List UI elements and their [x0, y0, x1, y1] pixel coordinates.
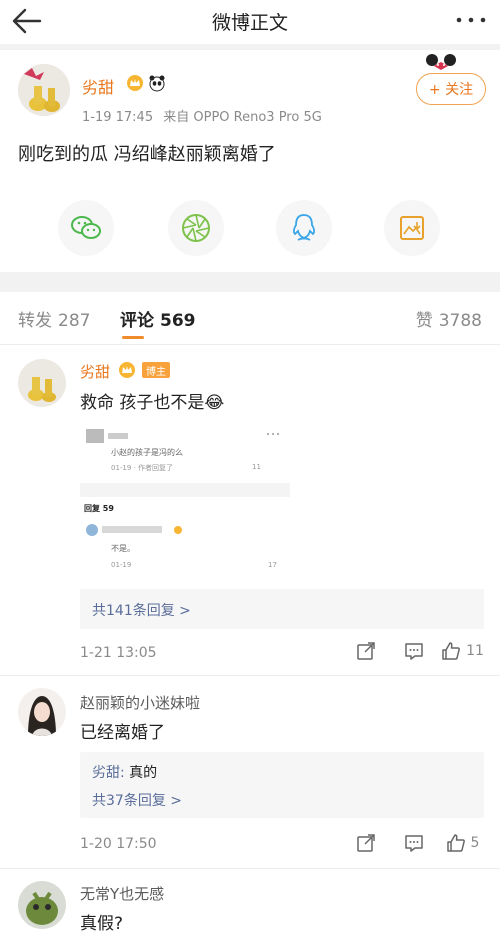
thumbs-up-icon: [442, 642, 461, 660]
reply-summary-box[interactable]: 劣甜: 真的 共37条回复 >: [80, 752, 484, 818]
comment-actions: 11: [342, 640, 486, 662]
tab-bar: 转发 287 评论 569 赞 3788: [0, 292, 500, 344]
comment-text: 救命 孩子也不是😂: [80, 393, 225, 413]
tab-comments[interactable]: 评论 569: [120, 306, 196, 331]
repost-icon: [357, 642, 375, 660]
save-image-button[interactable]: [384, 200, 440, 256]
panda-icon: [149, 75, 165, 92]
embedded-reply2-text: 不是。: [111, 544, 135, 553]
comment-icon: [405, 643, 423, 660]
follow-button[interactable]: + 关注: [416, 73, 486, 105]
top-bar: 微博正文: [0, 0, 500, 44]
like-button[interactable]: 5: [438, 832, 486, 854]
thumbs-up-icon: [446, 834, 465, 852]
share-wechat-button[interactable]: [58, 200, 114, 256]
author-badge: 博主: [142, 362, 170, 378]
weibo-post: 劣甜 1-19 17:45 来自 OPPO Reno3 Pro 5G + 关注 …: [0, 50, 500, 272]
avatar-image-icon: [18, 688, 66, 736]
comment-button[interactable]: [390, 832, 438, 854]
avatar[interactable]: [18, 881, 66, 929]
comment-username[interactable]: 无常Y也无感: [80, 883, 164, 904]
reply-text: 真的: [129, 765, 158, 781]
comment-time: 1-21 13:05: [80, 645, 157, 661]
comment-text: 真假?: [80, 914, 124, 934]
post-meta: 1-19 17:45 来自 OPPO Reno3 Pro 5G: [82, 106, 322, 125]
comment-username[interactable]: 赵丽颖的小迷妹啦: [80, 692, 200, 713]
post-username[interactable]: 劣甜: [82, 74, 114, 98]
share-row: [0, 200, 500, 256]
post-text: 刚吃到的瓜 冯绍峰赵丽颖离婚了: [18, 144, 276, 165]
moments-icon: [182, 214, 210, 242]
like-count: 5: [470, 835, 480, 851]
comment-text: 已经离婚了: [80, 723, 165, 743]
page-title: 微博正文: [211, 12, 288, 34]
comment-actions: 5: [342, 832, 486, 854]
active-tab-indicator: [122, 336, 144, 339]
avatar[interactable]: [18, 688, 66, 736]
more-icon[interactable]: [454, 10, 488, 30]
divider: [0, 272, 500, 292]
embedded-reply-header: 回复 59: [84, 504, 114, 513]
reply-count-link[interactable]: 共37条回复 >: [92, 790, 182, 810]
tab-repost[interactable]: 转发 287: [18, 306, 90, 331]
blurred-avatar-icon: [86, 429, 128, 443]
share-qq-button[interactable]: [276, 200, 332, 256]
tab-comments-label: 评论: [120, 311, 154, 331]
embedded-meta2: 01-19: [111, 561, 132, 569]
avatar-image-icon: [18, 64, 70, 116]
embedded-like-count: 11: [252, 463, 261, 471]
comment-time: 1-20 17:50: [80, 836, 157, 852]
save-image-icon: [400, 216, 424, 240]
vip-crown-icon: [119, 362, 135, 378]
tab-likes[interactable]: 赞 3788: [416, 306, 482, 331]
wechat-icon: [71, 216, 101, 239]
avatar-image-icon: [18, 881, 66, 929]
reply-preview: 劣甜: 真的: [92, 762, 157, 782]
like-count: 11: [466, 643, 484, 659]
comment-icon: [405, 835, 423, 852]
embedded-like-count2: 17: [268, 561, 277, 569]
reply-summary-box[interactable]: 共141条回复 >: [80, 589, 484, 629]
post-source: 来自 OPPO Reno3 Pro 5G: [163, 110, 322, 125]
embedded-reply-text: 小赵的孩子是冯的么: [111, 448, 183, 457]
tab-repost-count: 287: [58, 311, 91, 331]
divider: [80, 483, 290, 497]
tab-likes-count: 3788: [438, 311, 482, 331]
blurred-avatar-icon: [86, 524, 182, 536]
repost-button[interactable]: [342, 832, 390, 854]
share-moments-button[interactable]: [168, 200, 224, 256]
avatar[interactable]: [18, 359, 66, 407]
comment-image[interactable]: 小赵的孩子是冯的么 01-19 · 作者回复了 11 回复 59 不是。 01-…: [80, 423, 290, 593]
embedded-meta: 01-19 · 作者回复了: [111, 464, 174, 472]
tab-repost-label: 转发: [18, 311, 52, 331]
comment-button[interactable]: [390, 640, 438, 662]
like-button[interactable]: 11: [438, 640, 486, 662]
post-time: 1-19 17:45: [82, 110, 154, 125]
reply-author[interactable]: 劣甜:: [92, 765, 125, 781]
comment-username[interactable]: 劣甜: [80, 361, 110, 382]
more-icon: [267, 433, 279, 435]
repost-button[interactable]: [342, 640, 390, 662]
qq-icon: [293, 214, 315, 241]
comment-item: 无常Y也无感 真假?: [0, 869, 500, 938]
avatar-image-icon: [18, 359, 66, 407]
tab-likes-label: 赞: [415, 311, 433, 331]
vip-crown-icon: [127, 75, 143, 91]
avatar[interactable]: [18, 64, 70, 116]
tab-comments-count: 569: [160, 311, 196, 331]
repost-icon: [357, 834, 375, 852]
reply-count-link[interactable]: 共141条回复 >: [92, 600, 191, 620]
decoration-bow-icon: [426, 54, 456, 70]
